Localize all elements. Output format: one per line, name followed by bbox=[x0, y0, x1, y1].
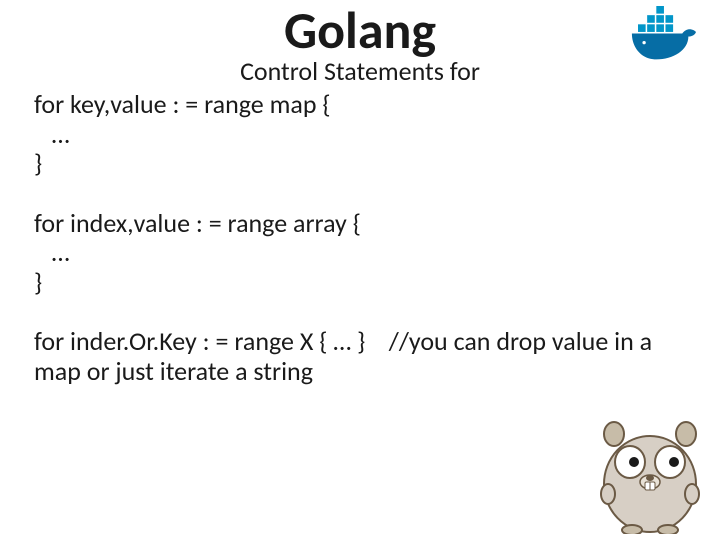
slide-title: Golang bbox=[0, 0, 720, 56]
docker-whale-icon bbox=[628, 6, 706, 64]
slide-subtitle: Control Statements for bbox=[0, 58, 720, 85]
code-block: for key,value : = range map { … } for in… bbox=[34, 90, 696, 386]
go-gopher-mascot-icon bbox=[590, 414, 710, 534]
slide: Golang Control Statements for for key,va… bbox=[0, 0, 720, 540]
